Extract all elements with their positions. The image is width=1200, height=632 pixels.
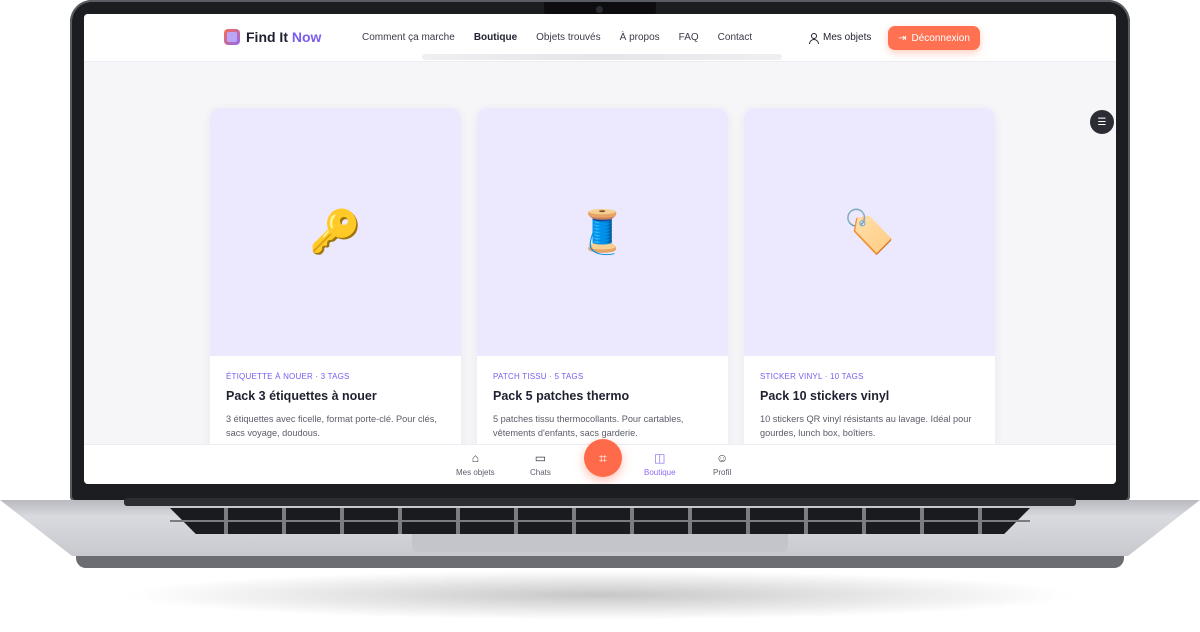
nav-link-faq[interactable]: FAQ: [679, 32, 699, 43]
trackpad: [412, 534, 788, 552]
laptop-shadow: [120, 570, 1080, 620]
laptop-hinge: [124, 498, 1076, 506]
product-visual: 🏷️: [744, 108, 995, 356]
product-description: 10 stickers QR vinyl résistants au lavag…: [760, 414, 972, 438]
camera-icon: [596, 6, 603, 13]
logout-icon: ⇥: [898, 32, 907, 44]
product-description: 3 étiquettes avec ficelle, format porte-…: [226, 414, 437, 438]
nav-link-contact[interactable]: Contact: [718, 32, 752, 43]
tab-label: Mes objets: [456, 468, 495, 477]
laptop-foot: [76, 556, 1124, 568]
tab-shop[interactable]: ◫ Boutique: [644, 451, 676, 477]
nav-link-about[interactable]: À propos: [620, 32, 660, 43]
product-visual: 🧵: [477, 108, 728, 356]
qr-scan-button[interactable]: ⌗: [584, 439, 622, 477]
nav-link-found-objects[interactable]: Objets trouvés: [536, 32, 600, 43]
chat-icon: ▭: [534, 451, 547, 465]
thread-spool-icon: 🧵: [576, 207, 629, 255]
product-visual: 🔑: [210, 108, 461, 356]
home-icon: ⌂: [471, 451, 479, 465]
tab-my-items[interactable]: ⌂ Mes objets: [456, 451, 495, 477]
product-tag: ÉTIQUETTE À NOUER · 3 TAGS: [226, 372, 350, 381]
label-tag-icon: 🏷️: [843, 207, 896, 255]
user-icon: [808, 32, 819, 44]
logout-button[interactable]: ⇥ Déconnexion: [888, 26, 980, 50]
product-tag: STICKER VINYL · 10 TAGS: [760, 372, 864, 381]
key-icon: 🔑: [309, 207, 362, 255]
tab-chats[interactable]: ▭ Chats: [530, 451, 551, 477]
product-title: Pack 3 étiquettes à nouer: [226, 389, 377, 403]
logo-text: Find It Now: [246, 29, 322, 45]
product-description: 5 patches tissu thermocollants. Pour car…: [493, 414, 684, 438]
product-card[interactable]: 🔑 ÉTIQUETTE À NOUER · 3 TAGS Pack 3 étiq…: [210, 108, 461, 458]
my-items-label: Mes objets: [823, 32, 872, 43]
my-items-link[interactable]: Mes objets: [808, 32, 872, 44]
tab-profile[interactable]: ☺ Profil: [713, 451, 731, 477]
bottom-tab-bar: ⌂ Mes objets ▭ Chats ⌗ ◫ Boutique ☺ Prof…: [84, 439, 1116, 484]
logo[interactable]: Find It Now: [224, 29, 321, 45]
profile-icon: ☺: [715, 451, 729, 465]
logout-label: Déconnexion: [911, 32, 970, 44]
logo-icon: [224, 29, 240, 45]
product-title: Pack 10 stickers vinyl: [760, 389, 890, 403]
screen: Find It Now Comment ça marche Boutique O…: [84, 14, 1116, 484]
filter-icon[interactable]: ☰: [1090, 110, 1114, 134]
product-card[interactable]: 🏷️ STICKER VINYL · 10 TAGS Pack 10 stick…: [744, 108, 995, 458]
nav-link-how-it-works[interactable]: Comment ça marche: [362, 32, 455, 43]
qr-scan-icon: ⌗: [599, 449, 607, 466]
tab-label: Chats: [530, 468, 551, 477]
keyboard-row-divider: [170, 520, 1030, 522]
shop-bag-icon: ◫: [654, 451, 666, 465]
tab-label: Profil: [713, 468, 732, 477]
nav-link-shop[interactable]: Boutique: [474, 32, 517, 43]
laptop-mockup: Find It Now Comment ça marche Boutique O…: [0, 0, 1200, 632]
faded-subtitle-line: [422, 54, 782, 60]
product-card[interactable]: 🧵 PATCH TISSU · 5 TAGS Pack 5 patches th…: [477, 108, 728, 458]
tab-label: Boutique: [644, 468, 676, 477]
product-grid: 🔑 ÉTIQUETTE À NOUER · 3 TAGS Pack 3 étiq…: [210, 108, 995, 458]
product-tag: PATCH TISSU · 5 TAGS: [493, 372, 584, 381]
product-title: Pack 5 patches thermo: [493, 389, 630, 403]
main-menu: Comment ça marche Boutique Objets trouvé…: [362, 32, 771, 43]
